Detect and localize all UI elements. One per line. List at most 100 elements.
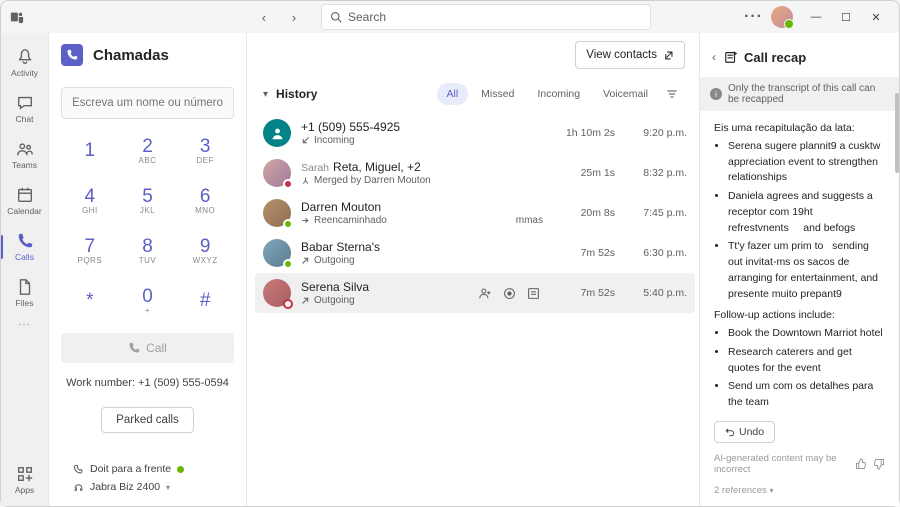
- presence-indicator: [283, 259, 293, 269]
- dial-key-1[interactable]: 1: [61, 125, 119, 175]
- titlebar-more-icon[interactable]: ···: [744, 8, 763, 26]
- row-time: 5:40 p.m.: [631, 287, 687, 299]
- chat-icon: [16, 94, 34, 112]
- dial-key-9[interactable]: 9WXYZ: [176, 225, 234, 275]
- row-time: 6:30 p.m.: [631, 247, 687, 259]
- dial-letters: JKL: [140, 206, 155, 215]
- calls-app-icon: [61, 44, 83, 66]
- history-row[interactable]: Babar Sterna's Outgoing 7m 52s 6:30 p.m.: [255, 233, 695, 273]
- row-meta: 7m 52s 6:30 p.m.: [559, 247, 687, 259]
- transcript-icon[interactable]: [527, 287, 543, 300]
- record-icon[interactable]: [503, 287, 519, 300]
- dial-key-0[interactable]: 0+: [119, 275, 177, 325]
- recap-references[interactable]: 2 references ▾: [700, 485, 899, 506]
- dial-key-5[interactable]: 5JKL: [119, 175, 177, 225]
- dial-letters: +: [145, 306, 150, 315]
- rail-more-icon[interactable]: ···: [19, 319, 31, 329]
- rail-item-chat[interactable]: Chat: [1, 87, 49, 131]
- filter-voicemail[interactable]: Voicemail: [593, 83, 658, 105]
- current-user-avatar[interactable]: [771, 6, 793, 28]
- title-bar: ‹ › Search ··· — ☐ ✕: [1, 1, 899, 33]
- audio-device-selector[interactable]: Jabra Biz 2400 ▾: [73, 478, 222, 496]
- dial-digit: 5: [142, 186, 153, 208]
- filter-missed[interactable]: Missed: [471, 83, 524, 105]
- rail-item-calendar[interactable]: Calendar: [1, 179, 49, 223]
- dial-digit: #: [200, 290, 211, 312]
- presence-indicator: [283, 299, 293, 309]
- add-contact-icon[interactable]: [479, 287, 495, 300]
- window-close-button[interactable]: ✕: [861, 4, 891, 30]
- teams-icon: [16, 140, 34, 158]
- dial-key-4[interactable]: 4GHI: [61, 175, 119, 225]
- rail-apps[interactable]: Apps: [1, 458, 49, 502]
- row-title: Sarah Reta, Miguel, +2: [301, 160, 549, 174]
- window-minimize-button[interactable]: —: [801, 4, 831, 30]
- dial-input[interactable]: [61, 87, 234, 119]
- dial-key-6[interactable]: 6MNO: [176, 175, 234, 225]
- dial-key-7[interactable]: 7PQRS: [61, 225, 119, 275]
- row-title: Serena Silva: [301, 280, 469, 294]
- dial-letters: ABC: [139, 156, 157, 165]
- thumbs-down-icon[interactable]: [873, 458, 885, 470]
- row-subtitle: Outgoing: [301, 255, 549, 266]
- rail-item-files[interactable]: Files: [1, 271, 49, 315]
- dial-digit: 8: [142, 236, 153, 258]
- app-body: ActivityChat Teams CalendarCallsFiles ··· Ap…: [1, 33, 899, 506]
- chevron-down-icon[interactable]: ▾: [263, 89, 268, 100]
- rail-label: Teams: [12, 160, 37, 170]
- rail-item-activity[interactable]: Activity: [1, 41, 49, 85]
- history-row[interactable]: Serena Silva Outgoing 7m 52s 5:40 p.m.: [255, 273, 695, 313]
- parked-calls-button[interactable]: Parked calls: [101, 407, 194, 433]
- recap-bullet: Research caterers and get quotes for the…: [728, 345, 885, 377]
- dial-key-8[interactable]: 8TUV: [119, 225, 177, 275]
- avatar: [263, 119, 291, 147]
- call-button[interactable]: Call: [61, 333, 234, 363]
- row-title: Darren Mouton: [301, 200, 549, 214]
- files-icon: [16, 278, 34, 296]
- row-subtitle: Outgoing: [301, 295, 469, 306]
- rail-item-teams[interactable]: Teams: [1, 133, 49, 177]
- recap-undo-button[interactable]: Undo: [714, 421, 775, 443]
- dial-key-*[interactable]: *: [61, 275, 119, 325]
- recap-disclaimer: AI-generated content may be incorrect: [714, 453, 847, 475]
- history-row[interactable]: Sarah Reta, Miguel, +2 Merged by Darren …: [255, 153, 695, 193]
- view-contacts-button[interactable]: View contacts: [575, 41, 685, 69]
- nav-back-button[interactable]: ‹: [251, 4, 277, 30]
- filter-all[interactable]: All: [437, 83, 469, 105]
- activity-icon: [16, 48, 34, 66]
- rail-item-calls[interactable]: Calls: [1, 225, 49, 269]
- titlebar-nav: ‹ ›: [251, 4, 307, 30]
- recap-bullet: Send um com os detalhes para the team: [728, 379, 885, 411]
- history-header: ▾ History All Missed Incoming Voicemail: [247, 77, 699, 111]
- thumbs-up-icon[interactable]: [855, 458, 867, 470]
- window-maximize-button[interactable]: ☐: [831, 4, 861, 30]
- dial-key-2[interactable]: 2ABC: [119, 125, 177, 175]
- nav-forward-button[interactable]: ›: [281, 4, 307, 30]
- history-list: +1 (509) 555-4925 Incoming 1h 10m 2s 9:2…: [247, 111, 699, 506]
- teams-app-icon: [9, 9, 25, 25]
- recap-body: Eis uma recapitulação da lata: Serena su…: [700, 111, 899, 417]
- filter-icon[interactable]: [661, 83, 683, 105]
- dial-key-#[interactable]: #: [176, 275, 234, 325]
- history-row[interactable]: +1 (509) 555-4925 Incoming 1h 10m 2s 9:2…: [255, 113, 695, 153]
- row-duration: 25m 1s: [559, 167, 615, 179]
- presence-indicator: [283, 219, 293, 229]
- titlebar-left: [9, 9, 25, 25]
- row-time: 8:32 p.m.: [631, 167, 687, 179]
- history-row[interactable]: Darren Mouton Reencaminhadommas 20m 8s 7…: [255, 193, 695, 233]
- search-placeholder: Search: [348, 10, 386, 24]
- info-icon: i: [710, 88, 722, 100]
- row-time: 7:45 p.m.: [631, 207, 687, 219]
- call-forwarding-status[interactable]: Doit para a frente: [73, 460, 222, 478]
- row-time: 9:20 p.m.: [631, 127, 687, 139]
- recap-bullet: Daniela agrees and suggests a receptor c…: [728, 189, 885, 236]
- recap-header: ‹ Call recap: [700, 37, 899, 77]
- search-box[interactable]: Search: [321, 4, 651, 30]
- recap-bullets-1: Serena sugere plannit9 a cusktw apprecia…: [714, 139, 885, 303]
- filter-incoming[interactable]: Incoming: [527, 83, 590, 105]
- dial-key-3[interactable]: 3DEF: [176, 125, 234, 175]
- row-meta: 25m 1s 8:32 p.m.: [559, 167, 687, 179]
- recap-banner-text: Only the transcript of this call can be …: [728, 83, 889, 105]
- recap-back-button[interactable]: ‹: [712, 50, 716, 64]
- page-header: Chamadas: [49, 33, 246, 77]
